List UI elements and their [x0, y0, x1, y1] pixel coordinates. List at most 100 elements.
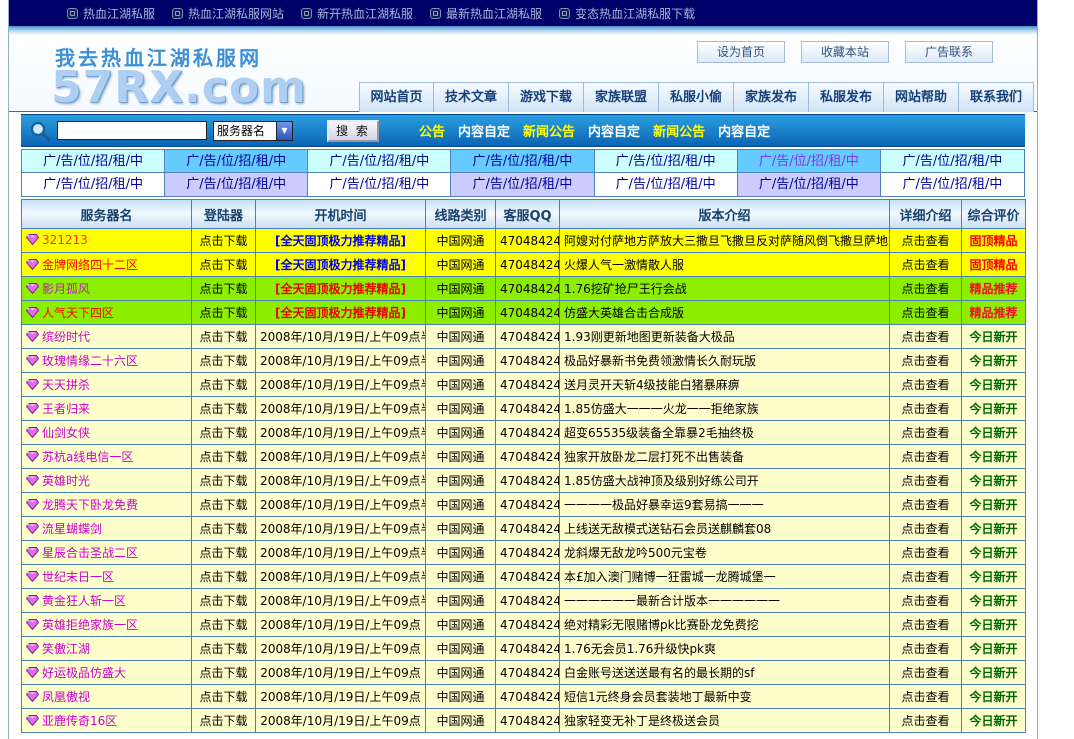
ad-slot[interactable]: 广/告/位/招/租/中	[595, 173, 738, 196]
announcement-text[interactable]: 内容自定	[718, 121, 770, 140]
download-link[interactable]: 点击下载	[199, 666, 247, 680]
server-name-label[interactable]: 世纪末日一区	[42, 570, 114, 584]
nav-tab[interactable]: 私服发布	[809, 82, 884, 112]
detail-link[interactable]: 点击查看	[901, 594, 949, 608]
download-link[interactable]: 点击下载	[199, 282, 247, 296]
server-name-label[interactable]: 英雄时光	[42, 474, 90, 488]
download-link[interactable]: 点击下载	[199, 354, 247, 368]
topbar-link[interactable]: 新开热血江湖私服	[301, 5, 413, 22]
detail-link[interactable]: 点击查看	[901, 426, 949, 440]
ad-slot[interactable]: 广/告/位/招/租/中	[451, 150, 594, 173]
announcement-text[interactable]: 内容自定	[588, 121, 640, 140]
nav-tab[interactable]: 网站首页	[359, 82, 434, 112]
download-link[interactable]: 点击下载	[199, 234, 247, 248]
server-name-label[interactable]: 亚鹿传奇16区	[42, 714, 117, 728]
download-link[interactable]: 点击下载	[199, 618, 247, 632]
ad-slot[interactable]: 广/告/位/招/租/中	[22, 150, 165, 173]
server-name-label[interactable]: 天天拼杀	[42, 378, 90, 392]
server-name-label[interactable]: 苏杭a线电信一区	[42, 450, 133, 464]
topbar-link[interactable]: 热血江湖私服	[67, 5, 155, 22]
search-input[interactable]	[57, 121, 207, 140]
quick-button[interactable]: 广告联系	[905, 41, 993, 63]
ad-slot[interactable]: 广/告/位/招/租/中	[165, 150, 308, 173]
download-link[interactable]: 点击下载	[199, 642, 247, 656]
nav-tab[interactable]: 网站帮助	[884, 82, 959, 112]
ad-slot[interactable]: 广/告/位/招/租/中	[22, 173, 165, 196]
nav-tab[interactable]: 家族联盟	[584, 82, 659, 112]
download-link[interactable]: 点击下载	[199, 378, 247, 392]
announcement-text[interactable]: 新闻公告	[653, 121, 705, 140]
detail-link[interactable]: 点击查看	[901, 522, 949, 536]
nav-tab[interactable]: 家族发布	[734, 82, 809, 112]
topbar-link[interactable]: 热血江湖私服网站	[172, 5, 284, 22]
detail-link[interactable]: 点击查看	[901, 282, 949, 296]
server-name-label[interactable]: 凤凰傲视	[42, 690, 90, 704]
detail-link[interactable]: 点击查看	[901, 690, 949, 704]
server-name-label[interactable]: 玫瑰情缘二十六区	[42, 354, 138, 368]
server-name-label[interactable]: 缤纷时代	[42, 330, 90, 344]
download-link[interactable]: 点击下载	[199, 330, 247, 344]
download-link[interactable]: 点击下载	[199, 426, 247, 440]
detail-link[interactable]: 点击查看	[901, 546, 949, 560]
server-name-label[interactable]: 影月孤风	[42, 282, 90, 296]
server-name-label[interactable]: 龙腾天下卧龙免费	[42, 498, 138, 512]
server-name-label[interactable]: 321213	[42, 233, 88, 247]
ad-slot[interactable]: 广/告/位/招/租/中	[451, 173, 594, 196]
server-type-select[interactable]: 服务器名 ▼	[213, 121, 293, 141]
ad-slot[interactable]: 广/告/位/招/租/中	[595, 150, 738, 173]
detail-link[interactable]: 点击查看	[901, 354, 949, 368]
detail-link[interactable]: 点击查看	[901, 666, 949, 680]
detail-link[interactable]: 点击查看	[901, 234, 949, 248]
detail-link[interactable]: 点击查看	[901, 258, 949, 272]
server-name-label[interactable]: 黄金狂人斩一区	[42, 594, 126, 608]
nav-tab[interactable]: 游戏下载	[509, 82, 584, 112]
ad-slot[interactable]: 广/告/位/招/租/中	[881, 173, 1024, 196]
server-name-label[interactable]: 金牌网络四十二区	[42, 258, 138, 272]
ad-slot[interactable]: 广/告/位/招/租/中	[738, 173, 881, 196]
server-name-label[interactable]: 星辰合击圣战二区	[42, 546, 138, 560]
quick-button[interactable]: 设为首页	[697, 41, 785, 63]
announcement-text[interactable]: 新闻公告	[523, 121, 575, 140]
server-name-label[interactable]: 仙剑女侠	[42, 426, 90, 440]
ad-slot[interactable]: 广/告/位/招/租/中	[308, 173, 451, 196]
ad-slot[interactable]: 广/告/位/招/租/中	[308, 150, 451, 173]
download-link[interactable]: 点击下载	[199, 498, 247, 512]
download-link[interactable]: 点击下载	[199, 570, 247, 584]
download-link[interactable]: 点击下载	[199, 714, 247, 728]
nav-tab[interactable]: 私服小偷	[659, 82, 734, 112]
server-name-label[interactable]: 王者归来	[42, 402, 90, 416]
detail-link[interactable]: 点击查看	[901, 378, 949, 392]
server-name-label[interactable]: 好运极品仿盛大	[42, 666, 126, 680]
announcement-text[interactable]: 公告	[419, 121, 445, 140]
ad-slot[interactable]: 广/告/位/招/租/中	[881, 150, 1024, 173]
detail-link[interactable]: 点击查看	[901, 618, 949, 632]
nav-tab[interactable]: 联系我们	[959, 82, 1034, 112]
download-link[interactable]: 点击下载	[199, 594, 247, 608]
detail-link[interactable]: 点击查看	[901, 498, 949, 512]
detail-link[interactable]: 点击查看	[901, 306, 949, 320]
download-link[interactable]: 点击下载	[199, 546, 247, 560]
ad-slot[interactable]: 广/告/位/招/租/中	[165, 173, 308, 196]
detail-link[interactable]: 点击查看	[901, 330, 949, 344]
topbar-link[interactable]: 变态热血江湖私服下载	[559, 5, 695, 22]
server-name-label[interactable]: 英雄拒绝家族一区	[42, 618, 138, 632]
search-button[interactable]: 搜 索	[327, 120, 379, 142]
announcement-text[interactable]: 内容自定	[458, 121, 510, 140]
topbar-link[interactable]: 最新热血江湖私服	[430, 5, 542, 22]
detail-link[interactable]: 点击查看	[901, 642, 949, 656]
detail-link[interactable]: 点击查看	[901, 450, 949, 464]
download-link[interactable]: 点击下载	[199, 306, 247, 320]
server-name-label[interactable]: 流星蝴蝶剑	[42, 522, 102, 536]
download-link[interactable]: 点击下载	[199, 690, 247, 704]
server-name-label[interactable]: 笑傲江湖	[42, 642, 90, 656]
quick-button[interactable]: 收藏本站	[801, 41, 889, 63]
detail-link[interactable]: 点击查看	[901, 714, 949, 728]
server-name-label[interactable]: 人气天下四区	[42, 306, 114, 320]
ad-slot[interactable]: 广/告/位/招/租/中	[738, 150, 881, 173]
download-link[interactable]: 点击下载	[199, 522, 247, 536]
detail-link[interactable]: 点击查看	[901, 402, 949, 416]
download-link[interactable]: 点击下载	[199, 258, 247, 272]
download-link[interactable]: 点击下载	[199, 474, 247, 488]
download-link[interactable]: 点击下载	[199, 402, 247, 416]
download-link[interactable]: 点击下载	[199, 450, 247, 464]
